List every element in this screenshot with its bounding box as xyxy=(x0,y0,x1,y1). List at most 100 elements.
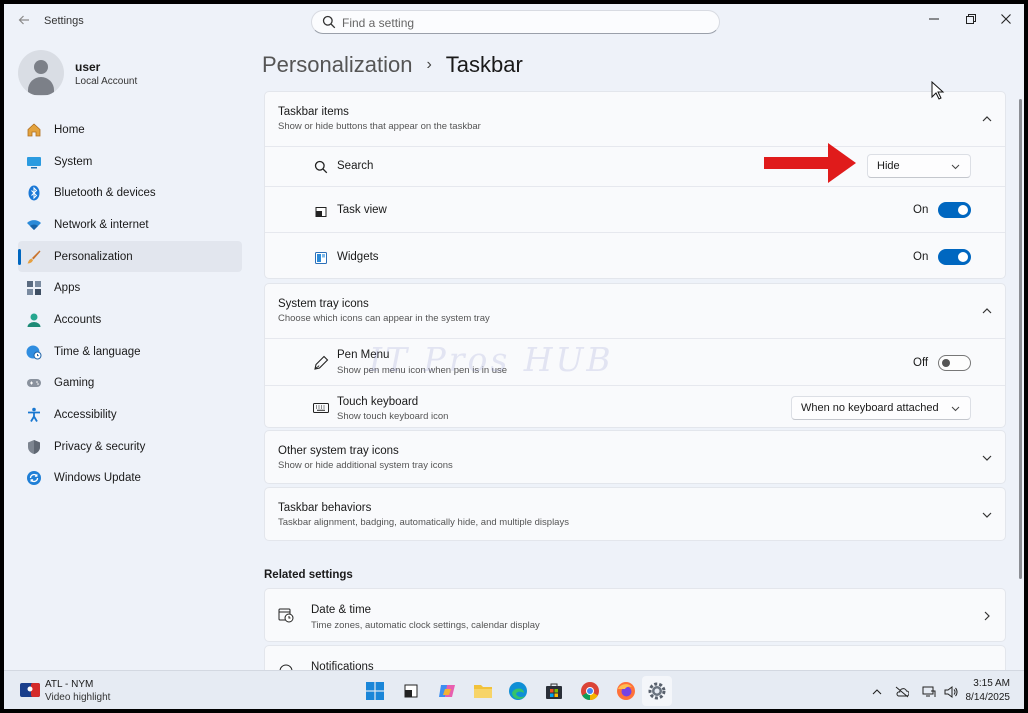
taskbar-chrome[interactable] xyxy=(579,680,601,702)
taskbar-behaviors-section[interactable]: Taskbar behaviors Taskbar alignment, bad… xyxy=(264,487,1006,541)
shield-icon xyxy=(26,439,42,455)
sidebar-item-gaming[interactable]: Gaming xyxy=(18,368,242,400)
taskbar-items-header[interactable]: Taskbar items Show or hide buttons that … xyxy=(278,106,481,132)
tray-cloud-offline[interactable] xyxy=(895,685,909,699)
keyboard-icon xyxy=(313,400,329,416)
sidebar-item-system[interactable]: System xyxy=(18,146,242,178)
chevron-down-icon xyxy=(951,406,960,412)
chevron-down-icon[interactable] xyxy=(981,452,993,464)
folder-icon xyxy=(474,685,492,698)
divider xyxy=(265,146,1005,147)
edge-icon xyxy=(509,682,527,700)
sidebar-nav: Home System Bluetooth & devices Network … xyxy=(18,114,242,494)
pen-menu-state: Off xyxy=(913,357,929,369)
section-description: Show or hide additional system tray icon… xyxy=(278,460,453,471)
taskbar-task-view[interactable] xyxy=(400,680,422,702)
taskbar-settings[interactable] xyxy=(642,676,672,706)
sidebar-item-home[interactable]: Home xyxy=(18,114,242,146)
title-bar: Settings xyxy=(4,4,1024,40)
search-setting-label: Search xyxy=(337,160,374,172)
widget-subtitle: Video highlight xyxy=(45,692,111,703)
taskbar-file-explorer[interactable] xyxy=(472,680,494,702)
section-title: Other system tray icons xyxy=(278,445,399,457)
store-icon xyxy=(546,683,562,699)
task-view-toggle[interactable] xyxy=(938,202,971,218)
back-button[interactable] xyxy=(16,13,32,29)
date-time-description: Time zones, automatic clock settings, ca… xyxy=(311,620,540,631)
sidebar-item-accessibility[interactable]: Accessibility xyxy=(18,399,242,431)
system-tray-header[interactable]: System tray icons Choose which icons can… xyxy=(278,298,490,324)
chevron-up-icon[interactable] xyxy=(981,113,993,125)
start-button[interactable] xyxy=(364,680,386,702)
pen-menu-toggle[interactable] xyxy=(938,355,971,371)
sidebar-item-apps[interactable]: Apps xyxy=(18,272,242,304)
breadcrumb-parent[interactable]: Personalization xyxy=(262,52,412,78)
brush-icon xyxy=(26,249,42,265)
section-title: Taskbar behaviors xyxy=(278,502,372,514)
touch-keyboard-dropdown[interactable]: When no keyboard attached xyxy=(791,396,971,420)
chevron-down-icon[interactable] xyxy=(981,509,993,521)
other-tray-header: Other system tray icons Show or hide add… xyxy=(278,445,453,471)
tray-overflow-chevron[interactable] xyxy=(870,685,884,699)
copilot-icon xyxy=(439,685,455,697)
date-time-link[interactable]: Date & time Time zones, automatic clock … xyxy=(264,588,1006,642)
sidebar-item-personalization[interactable]: Personalization xyxy=(18,240,242,273)
divider xyxy=(265,186,1005,187)
restore-icon xyxy=(966,14,976,24)
search-box[interactable] xyxy=(311,10,720,34)
taskbar-copilot[interactable] xyxy=(436,680,458,702)
chevron-right-icon xyxy=(984,611,990,621)
sidebar-item-accounts[interactable]: Accounts xyxy=(18,304,242,336)
watermark: IT Pros HUB xyxy=(369,340,614,379)
restore-button[interactable] xyxy=(957,8,985,30)
chevron-up-icon xyxy=(872,689,882,695)
taskbar-edge[interactable] xyxy=(507,680,529,702)
minimize-icon xyxy=(929,18,939,20)
tray-volume[interactable] xyxy=(944,685,958,699)
clock-date[interactable]: 8/14/2025 xyxy=(966,692,1011,703)
search-icon xyxy=(313,159,329,175)
account-type: Local Account xyxy=(75,76,138,87)
bluetooth-icon xyxy=(26,185,42,201)
settings-window: Settings user Local Account Home System xyxy=(4,4,1024,709)
taskbar-firefox[interactable] xyxy=(615,680,637,702)
sidebar-item-time-language[interactable]: Time & language xyxy=(18,336,242,368)
network-icon xyxy=(922,686,936,697)
close-button[interactable] xyxy=(992,8,1020,30)
sidebar-item-privacy[interactable]: Privacy & security xyxy=(18,431,242,463)
mouse-cursor-icon xyxy=(931,81,945,100)
section-title: System tray icons xyxy=(278,298,369,310)
app-title: Settings xyxy=(44,15,84,27)
widgets-toggle[interactable] xyxy=(938,249,971,265)
sidebar-item-windows-update[interactable]: Windows Update xyxy=(18,463,242,495)
minimize-button[interactable] xyxy=(920,8,948,30)
search-dropdown-value: Hide xyxy=(877,160,900,172)
sidebar-item-network[interactable]: Network & internet xyxy=(18,209,242,241)
section-description: Taskbar alignment, badging, automaticall… xyxy=(278,517,569,528)
touch-keyboard-dropdown-value: When no keyboard attached xyxy=(801,402,939,414)
section-title: Taskbar items xyxy=(278,106,349,118)
windows-taskbar: ATL - NYM Video highlight 3:15 AM 8/14/2… xyxy=(4,670,1024,709)
task-view-state: On xyxy=(913,204,929,216)
scrollbar[interactable] xyxy=(1019,99,1022,579)
settings-gear-icon xyxy=(648,682,666,700)
search-input[interactable] xyxy=(342,14,702,31)
widget-title[interactable]: ATL - NYM xyxy=(45,679,93,690)
widgets-icon xyxy=(313,250,329,266)
other-tray-section[interactable]: Other system tray icons Show or hide add… xyxy=(264,430,1006,484)
task-view-icon xyxy=(404,684,418,698)
gamepad-icon xyxy=(26,375,42,391)
clock-time[interactable]: 3:15 AM xyxy=(973,678,1010,689)
breadcrumb-separator: › xyxy=(426,56,432,73)
tray-network[interactable] xyxy=(922,685,936,699)
date-time-label: Date & time xyxy=(311,604,372,616)
search-dropdown[interactable]: Hide xyxy=(867,154,971,178)
sidebar-item-bluetooth[interactable]: Bluetooth & devices xyxy=(18,177,242,209)
section-description: Choose which icons can appear in the sys… xyxy=(278,313,490,324)
mlb-icon[interactable] xyxy=(20,683,40,697)
chevron-up-icon[interactable] xyxy=(981,305,993,317)
user-profile[interactable]: user Local Account xyxy=(18,48,248,102)
taskbar-store[interactable] xyxy=(543,680,565,702)
divider xyxy=(265,232,1005,233)
search-icon xyxy=(322,15,336,29)
